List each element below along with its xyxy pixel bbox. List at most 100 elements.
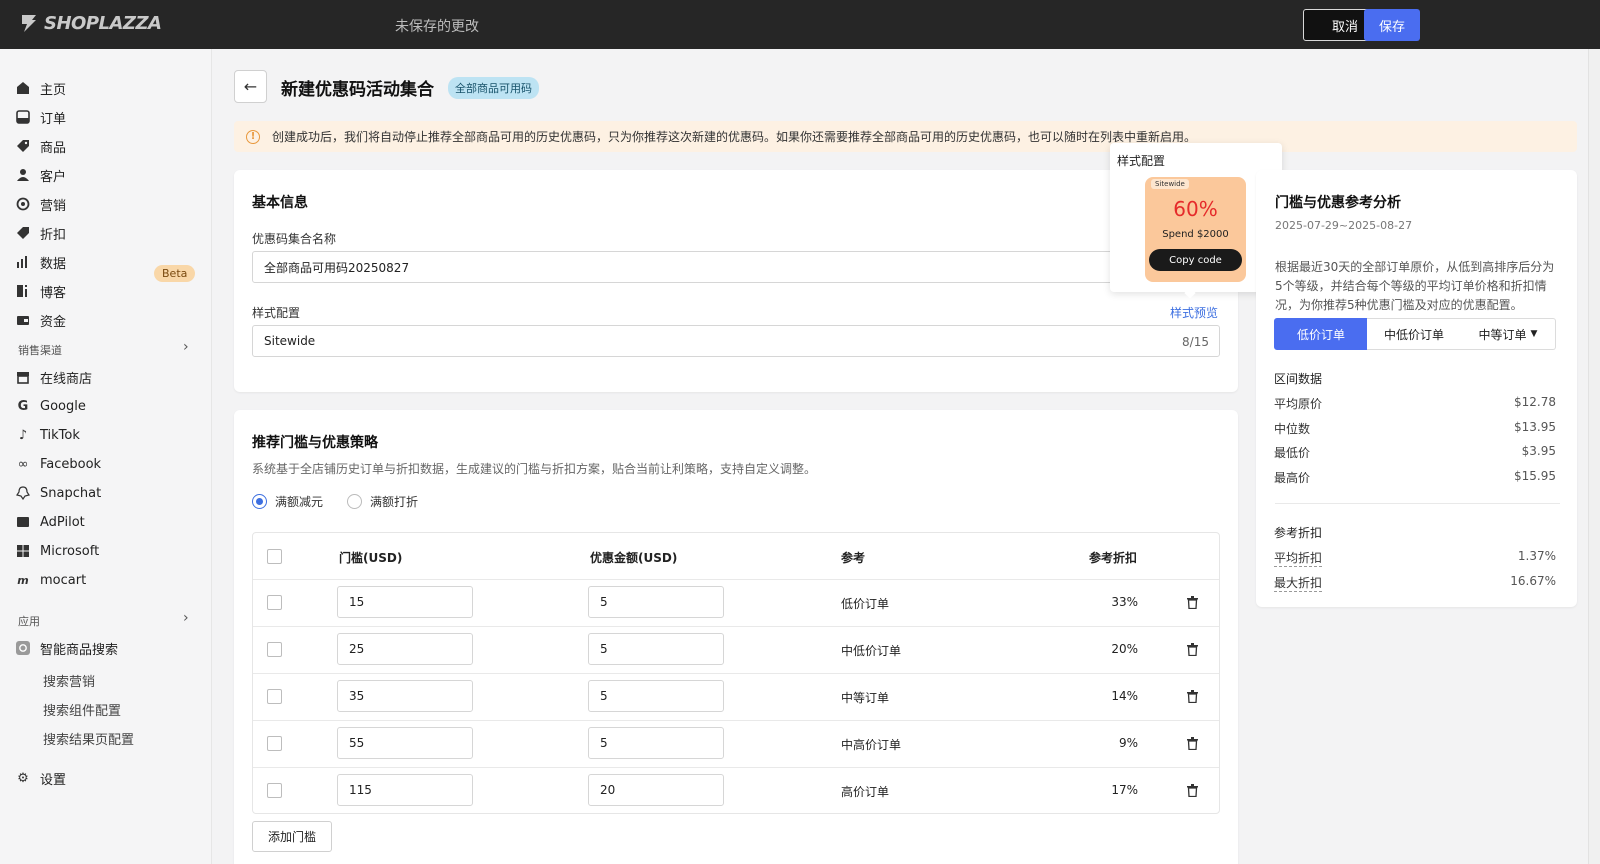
- sidebar-item-label: mocart: [40, 572, 87, 588]
- tab-label: 中等订单: [1478, 327, 1527, 342]
- amount-input[interactable]: 5: [588, 586, 724, 618]
- section-title: 基本信息: [252, 195, 308, 211]
- sidebar-item-google[interactable]: G Google: [16, 394, 86, 418]
- add-threshold-button[interactable]: 添加门槛: [252, 821, 332, 852]
- coupon-percent: 60%: [1173, 197, 1218, 221]
- coupon-spend: Spend $2000: [1162, 229, 1229, 240]
- discount-label[interactable]: 最大折扣: [1274, 574, 1323, 592]
- sidebar-subitem-search-marketing[interactable]: 搜索营销: [43, 671, 95, 690]
- ref-discount-text: 9%: [1118, 736, 1138, 750]
- amount-input[interactable]: 5: [588, 727, 724, 759]
- column-header-reference: 参考: [841, 551, 866, 565]
- style-input[interactable]: Sitewide 8/15: [252, 325, 1220, 357]
- collection-name-input[interactable]: 全部商品可用码20250827: [252, 251, 1220, 283]
- sidebar-item-blog[interactable]: 博客: [16, 279, 66, 303]
- marketing-icon: [16, 197, 30, 211]
- sidebar-item-adpilot[interactable]: AdPilot: [16, 510, 85, 534]
- page-title: 新建优惠码活动集合: [281, 80, 434, 100]
- threshold-input[interactable]: 15: [337, 586, 473, 618]
- row-checkbox[interactable]: [267, 595, 282, 610]
- analysis-title: 门槛与优惠参考分析: [1275, 195, 1401, 211]
- sidebar-item-online-store[interactable]: 在线商店: [16, 365, 92, 389]
- sidebar-item-marketing[interactable]: 营销: [16, 192, 66, 216]
- shoplazza-logo[interactable]: SHOPLAZZA: [18, 12, 162, 34]
- back-button[interactable]: ←: [234, 70, 267, 103]
- row-divider: [253, 767, 1219, 768]
- sidebar-item-label: AdPilot: [40, 514, 85, 530]
- sidebar-subitem-search-results[interactable]: 搜索结果页配置: [43, 729, 134, 748]
- char-counter: 8/15: [1182, 335, 1209, 349]
- adpilot-icon: [16, 515, 30, 529]
- row-checkbox[interactable]: [267, 736, 282, 751]
- sidebar: 主页 订单 商品 客户 营销 折扣 数据 博客 资金 Beta 销售渠道 › 在…: [0, 49, 212, 864]
- chart-icon: [16, 255, 30, 269]
- snapchat-icon: [16, 486, 30, 500]
- sidebar-item-settings[interactable]: ⚙ 设置: [16, 766, 66, 790]
- range-label: 中位数: [1274, 422, 1311, 436]
- trash-icon[interactable]: [1186, 643, 1199, 656]
- chevron-right-icon[interactable]: ›: [183, 610, 189, 626]
- trash-icon[interactable]: [1186, 596, 1199, 609]
- row-divider: [253, 673, 1219, 674]
- threshold-input[interactable]: 35: [337, 680, 473, 712]
- style-preview-link[interactable]: 样式预览: [1170, 304, 1218, 321]
- row-divider: [253, 626, 1219, 627]
- radio-percent-off[interactable]: 满额打折: [347, 493, 418, 510]
- sidebar-item-tiktok[interactable]: ♪ TikTok: [16, 423, 80, 447]
- amount-input[interactable]: 5: [588, 633, 724, 665]
- radio-amount-off[interactable]: 满额减元: [252, 493, 323, 510]
- tab-low-price[interactable]: 低价订单: [1274, 318, 1368, 350]
- trash-icon[interactable]: [1186, 784, 1199, 797]
- select-all-checkbox[interactable]: [267, 549, 282, 564]
- ref-discount-text: 33%: [1111, 595, 1138, 609]
- sidebar-item-customers[interactable]: 客户: [16, 163, 66, 187]
- unsaved-status: 未保存的更改: [395, 19, 479, 35]
- sidebar-item-orders[interactable]: 订单: [16, 105, 66, 129]
- discount-section-title: 参考折扣: [1274, 526, 1323, 540]
- trash-icon[interactable]: [1186, 737, 1199, 750]
- amount-input[interactable]: 20: [588, 774, 724, 806]
- sidebar-subitem-search-widget[interactable]: 搜索组件配置: [43, 700, 121, 719]
- threshold-input[interactable]: 55: [337, 727, 473, 759]
- sidebar-item-snapchat[interactable]: Snapchat: [16, 481, 101, 505]
- sidebar-item-home[interactable]: 主页: [16, 76, 66, 100]
- ref-discount-text: 14%: [1111, 689, 1138, 703]
- sidebar-item-facebook[interactable]: ∞ Facebook: [16, 452, 102, 476]
- threshold-input[interactable]: 115: [337, 774, 473, 806]
- row-checkbox[interactable]: [267, 689, 282, 704]
- sidebar-item-mocart[interactable]: m mocart: [16, 568, 86, 592]
- sidebar-item-products[interactable]: 商品: [16, 134, 66, 158]
- threshold-input[interactable]: 25: [337, 633, 473, 665]
- range-label: 最低价: [1274, 446, 1311, 460]
- tab-mid-low-price[interactable]: 中低价订单: [1367, 318, 1462, 350]
- sidebar-item-microsoft[interactable]: Microsoft: [16, 539, 99, 563]
- top-bar: SHOPLAZZA 未保存的更改 取消 保存: [0, 0, 1600, 49]
- row-checkbox[interactable]: [267, 783, 282, 798]
- sidebar-item-label: 主页: [40, 82, 67, 98]
- sidebar-item-label: 设置: [40, 772, 67, 788]
- column-header-amount: 优惠金额(USD): [590, 551, 678, 565]
- gear-icon: ⚙: [17, 770, 29, 786]
- sidebar-item-smart-search[interactable]: 智能商品搜索: [16, 636, 118, 660]
- discount-label[interactable]: 平均折扣: [1274, 549, 1323, 567]
- chevron-right-icon[interactable]: ›: [183, 339, 189, 355]
- person-icon: [16, 168, 30, 182]
- banner-text: 创建成功后，我们将自动停止推荐全部商品可用的历史优惠码，只为你推荐这次新建的优惠…: [272, 130, 1197, 144]
- tag-icon: [16, 139, 30, 153]
- copy-code-button[interactable]: Copy code: [1149, 249, 1242, 271]
- tab-mid-price[interactable]: 中等订单 ▼: [1461, 318, 1556, 350]
- row-checkbox[interactable]: [267, 642, 282, 657]
- warning-icon: !: [246, 129, 260, 144]
- reference-text: 高价订单: [841, 785, 890, 799]
- trash-icon[interactable]: [1186, 690, 1199, 703]
- range-value: $15.95: [1514, 469, 1556, 483]
- save-button[interactable]: 保存: [1364, 9, 1420, 41]
- amount-input[interactable]: 5: [588, 680, 724, 712]
- sidebar-item-finance[interactable]: 资金: [16, 308, 66, 332]
- sidebar-item-label: 资金: [40, 314, 67, 330]
- section-title: 推荐门槛与优惠策略: [252, 435, 378, 451]
- sidebar-item-data[interactable]: 数据: [16, 250, 66, 274]
- sidebar-item-discounts[interactable]: 折扣: [16, 221, 66, 245]
- home-icon: [16, 81, 30, 95]
- scrollbar[interactable]: [1588, 49, 1600, 864]
